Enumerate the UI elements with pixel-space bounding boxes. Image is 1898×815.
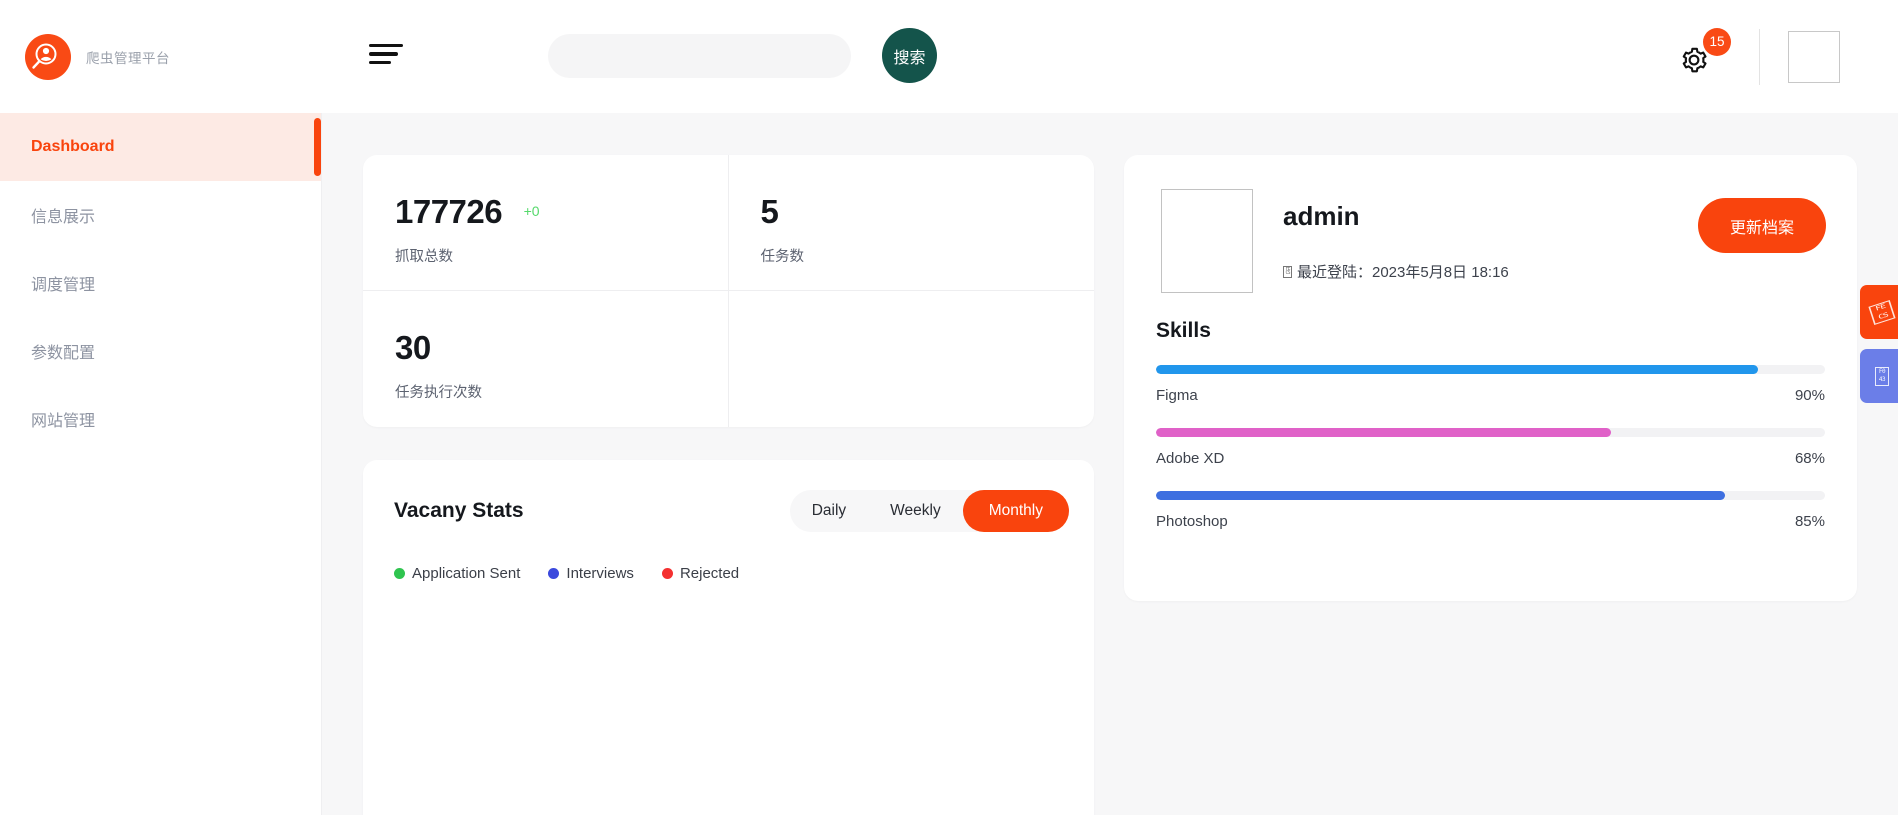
- floating-widget-secondary[interactable]: F0 43: [1860, 349, 1898, 403]
- sidebar: Dashboard 信息展示 调度管理 参数配置 网站管理: [0, 113, 322, 815]
- skill-name: Figma: [1156, 387, 1198, 404]
- vacancy-stats-card: Vacany Stats Daily Weekly Monthly Applic…: [363, 460, 1094, 815]
- skill-progress-track: [1156, 491, 1825, 500]
- sidebar-item-label: Dashboard: [31, 138, 115, 155]
- missing-glyph-blue-icon: F0 43: [1875, 366, 1889, 386]
- settings-button[interactable]: 15: [1679, 27, 1731, 77]
- profile-header: admin FE CS 最近登陆：2023年5月8日 18:16 更新档案: [1124, 155, 1857, 293]
- skill-progress-track: [1156, 428, 1825, 437]
- sidebar-item-dashboard[interactable]: Dashboard: [0, 113, 321, 181]
- stat-delta: +0: [523, 203, 540, 219]
- update-profile-button[interactable]: 更新档案: [1697, 198, 1826, 253]
- skill-progress-track: [1156, 365, 1825, 374]
- top-bar-right: 15: [1679, 0, 1898, 113]
- skill-adobe-xd: Adobe XD 68%: [1156, 428, 1825, 467]
- stats-card: 177726 +0 抓取总数 5 任务数 30 任务执行次数: [363, 155, 1094, 427]
- skills-title: Skills: [1156, 319, 1211, 342]
- stat-total-crawled: 177726 +0 抓取总数: [363, 155, 729, 291]
- missing-glyph-orange-icon: FE CS: [1868, 299, 1896, 325]
- top-bar-divider: [1759, 28, 1760, 85]
- profile-card: admin FE CS 最近登陆：2023年5月8日 18:16 更新档案 Ski…: [1124, 155, 1857, 601]
- tab-weekly[interactable]: Weekly: [868, 490, 963, 532]
- chart-legend: Application Sent Interviews Rejected: [363, 532, 1094, 582]
- floating-side-widgets: FE CS F0 43: [1854, 285, 1898, 413]
- legend-item-application-sent: Application Sent: [394, 565, 520, 582]
- hamburger-menu-icon[interactable]: [369, 44, 405, 69]
- skill-name: Adobe XD: [1156, 450, 1225, 467]
- skill-percent: 85%: [1794, 513, 1825, 530]
- brand-title: 爬虫管理平台: [86, 50, 170, 66]
- vacancy-title: Vacany Stats: [394, 499, 524, 522]
- main-content: 177726 +0 抓取总数 5 任务数 30 任务执行次数 Vacany St…: [322, 113, 1898, 815]
- brand[interactable]: 爬虫管理平台: [25, 33, 355, 80]
- skill-progress-fill: [1156, 365, 1759, 374]
- stat-label: 任务数: [760, 249, 805, 265]
- user-search-logo-icon: [25, 33, 71, 80]
- legend-dot-icon: [548, 568, 560, 579]
- tab-monthly[interactable]: Monthly: [962, 490, 1069, 532]
- skill-photoshop: Photoshop 85%: [1156, 491, 1825, 530]
- notification-badge: 15: [1703, 27, 1731, 56]
- legend-label: Interviews: [566, 565, 634, 582]
- stat-value: 5: [760, 193, 779, 230]
- search-area: 搜索: [548, 28, 937, 83]
- stat-task-count: 5 任务数: [728, 155, 1094, 291]
- legend-label: Rejected: [679, 565, 740, 582]
- skill-progress-fill: [1156, 491, 1725, 500]
- stat-label: 抓取总数: [395, 249, 453, 265]
- sidebar-item-label: 信息展示: [31, 209, 96, 226]
- tab-daily[interactable]: Daily: [790, 490, 868, 532]
- stat-value: 177726: [395, 193, 503, 230]
- stat-task-executions: 30 任务执行次数: [363, 291, 729, 427]
- search-button[interactable]: 搜索: [882, 28, 937, 83]
- skills-list: Figma 90% Adobe XD 68% Photoshop 85%: [1124, 343, 1857, 530]
- vacancy-header: Vacany Stats Daily Weekly Monthly: [363, 460, 1094, 532]
- app-root: 爬虫管理平台 搜索 15 Dashboard 信息展示 调度管理 参数配置 网站…: [0, 0, 1898, 815]
- sidebar-item-info-display[interactable]: 信息展示: [0, 181, 321, 249]
- legend-label: Application Sent: [412, 565, 521, 582]
- search-input[interactable]: [548, 33, 851, 78]
- sidebar-item-schedule-management[interactable]: 调度管理: [0, 249, 321, 317]
- skill-percent: 90%: [1794, 387, 1825, 404]
- profile-name: admin: [1283, 201, 1360, 231]
- stat-label: 任务执行次数: [395, 385, 482, 401]
- legend-dot-icon: [394, 568, 405, 579]
- sidebar-item-label: 调度管理: [31, 277, 96, 294]
- last-login-row: FE CS 最近登陆：2023年5月8日 18:16: [1283, 261, 1509, 282]
- profile-avatar[interactable]: [1156, 189, 1258, 293]
- skill-progress-fill: [1156, 428, 1611, 437]
- last-login-text: 最近登陆：2023年5月8日 18:16: [1297, 264, 1509, 281]
- sidebar-item-label: 参数配置: [31, 345, 96, 362]
- sidebar-item-parameter-config[interactable]: 参数配置: [0, 317, 321, 385]
- sidebar-item-label: 网站管理: [31, 413, 96, 430]
- legend-dot-icon: [661, 568, 673, 579]
- range-toggle-group: Daily Weekly Monthly: [789, 490, 1069, 532]
- stat-empty: [729, 291, 1095, 427]
- stats-grid: 177726 +0 抓取总数 5 任务数 30 任务执行次数: [363, 155, 1094, 427]
- legend-item-interviews: Interviews: [548, 565, 634, 582]
- calendar-glyph-missing-icon: FE CS: [1283, 265, 1292, 278]
- stat-value: 30: [395, 329, 431, 366]
- sidebar-item-site-management[interactable]: 网站管理: [0, 385, 321, 453]
- vacancy-chart-canvas: [394, 610, 1074, 815]
- legend-item-rejected: Rejected: [661, 565, 740, 582]
- floating-widget-primary[interactable]: FE CS: [1860, 285, 1898, 339]
- avatar[interactable]: [1788, 30, 1840, 83]
- skill-figma: Figma 90%: [1156, 365, 1825, 404]
- skill-percent: 68%: [1794, 450, 1825, 467]
- top-bar: 爬虫管理平台 搜索 15: [0, 0, 1898, 113]
- skill-name: Photoshop: [1156, 513, 1228, 530]
- profile-info: admin FE CS 最近登陆：2023年5月8日 18:16: [1283, 189, 1509, 282]
